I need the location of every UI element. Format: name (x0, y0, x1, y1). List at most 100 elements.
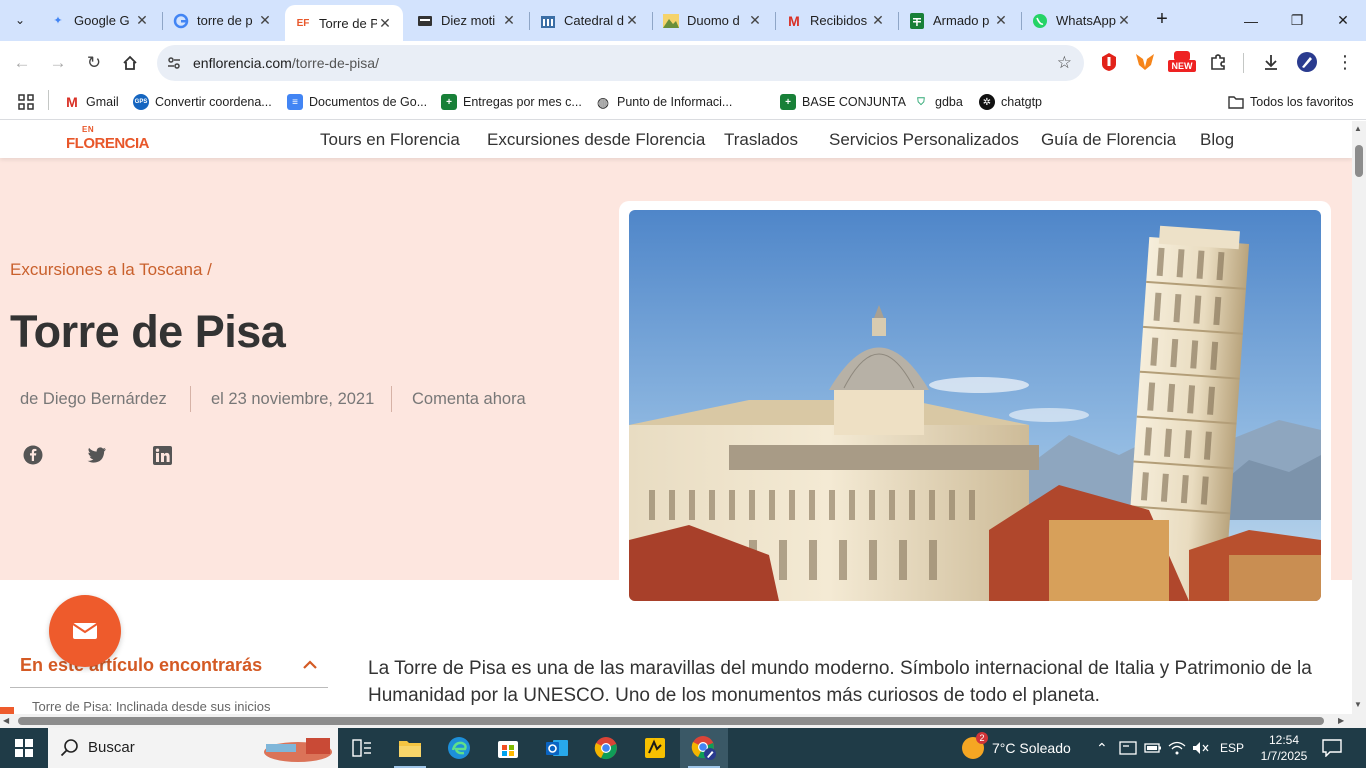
tab-duomo[interactable]: Duomo d ✕ (653, 4, 773, 37)
chrome-profile-icon (691, 736, 716, 760)
nav-excursiones[interactable]: Excursiones desde Florencia (487, 130, 705, 150)
breadcrumb[interactable]: Excursiones a la Toscana / (10, 260, 212, 280)
twitter-icon[interactable] (86, 444, 108, 466)
vertical-scrollbar[interactable]: ▲ ▼ (1352, 121, 1366, 714)
nav-guia[interactable]: Guía de Florencia (1041, 130, 1176, 150)
close-icon[interactable]: ✕ (134, 12, 150, 29)
taskbar-search[interactable]: Buscar (48, 728, 338, 768)
close-icon[interactable]: ✕ (501, 12, 517, 29)
taskbar-sticky-app[interactable] (631, 728, 679, 768)
close-icon[interactable]: ✕ (377, 15, 393, 32)
toolbar-divider (1243, 53, 1244, 73)
tab-gmail-recibidos[interactable]: M Recibidos ✕ (776, 4, 896, 37)
scroll-right-arrow-icon[interactable]: ▶ (1338, 716, 1344, 725)
close-icon[interactable]: ✕ (993, 12, 1009, 29)
taskbar-chrome[interactable] (582, 728, 630, 768)
horizontal-scrollbar[interactable]: ◀ ▶ (0, 714, 1366, 728)
bookmark-convertir-coordenadas[interactable]: GPS Convertir coordena... (133, 92, 272, 112)
contact-email-button[interactable] (49, 595, 121, 667)
download-icon[interactable] (1260, 51, 1282, 73)
scroll-left-arrow-icon[interactable]: ◀ (3, 716, 9, 725)
bookmark-chatgtp[interactable]: ✲ chatgtp (979, 92, 1042, 112)
close-icon[interactable]: ✕ (257, 12, 273, 29)
extension-red-icon[interactable] (1098, 51, 1120, 73)
close-icon[interactable]: ✕ (870, 12, 886, 29)
page-title: Torre de Pisa (10, 306, 286, 357)
metamask-icon[interactable] (1134, 51, 1156, 73)
close-window-button[interactable]: ✕ (1320, 0, 1366, 41)
profile-avatar[interactable] (1296, 51, 1318, 73)
new-tab-button[interactable]: + (1150, 8, 1174, 32)
taskbar-edge[interactable] (435, 728, 483, 768)
apps-grid-button[interactable] (18, 92, 34, 112)
sheets-icon: + (780, 94, 796, 110)
weather-widget[interactable]: 2 7°C Soleado (962, 728, 1071, 768)
back-button[interactable]: ← (8, 49, 36, 77)
notifications-button[interactable] (1322, 728, 1342, 768)
restore-button[interactable]: ❐ (1274, 0, 1320, 41)
tab-google-gemini[interactable]: ✦ Google G ✕ (40, 4, 160, 37)
horizontal-scroll-thumb[interactable] (18, 717, 1324, 725)
bookmark-gdba[interactable]: ⛉ gdba (913, 92, 963, 112)
tab-google-search[interactable]: torre de p ✕ (163, 4, 283, 37)
wifi-icon[interactable] (1168, 728, 1186, 768)
web-page-viewport: EN FLORENCIA Tours en Florencia Excursio… (0, 121, 1352, 714)
reload-button[interactable]: ↻ (80, 49, 108, 77)
clock[interactable]: 12:54 1/7/2025 (1258, 728, 1310, 768)
new-badge: NEW (1168, 60, 1196, 72)
extension-new-icon[interactable]: NEW (1168, 51, 1196, 73)
task-view-button[interactable] (338, 728, 386, 768)
bookmark-entregas[interactable]: + Entregas por mes c... (441, 92, 582, 112)
close-icon[interactable]: ✕ (624, 12, 640, 29)
comment-link[interactable]: Comenta ahora (412, 390, 526, 409)
battery-icon[interactable] (1144, 728, 1162, 768)
tray-window-icon[interactable] (1119, 728, 1137, 768)
bookmark-base-conjunta[interactable]: + BASE CONJUNTA (780, 92, 906, 112)
address-bar[interactable]: enflorencia.com/torre-de-pisa/ ☆ (157, 45, 1084, 81)
tab-diez-motivos[interactable]: Diez moti ✕ (407, 4, 527, 37)
forward-button[interactable]: → (44, 49, 72, 77)
language-indicator[interactable]: ESP (1220, 728, 1244, 768)
site-logo[interactable]: EN FLORENCIA (64, 125, 150, 155)
facebook-icon[interactable] (22, 444, 44, 466)
vertical-scroll-thumb[interactable] (1355, 145, 1363, 177)
tab-search-button[interactable]: ⌄ (6, 6, 34, 34)
nav-traslados[interactable]: Traslados (724, 130, 798, 150)
bookmark-gmail[interactable]: M Gmail (64, 92, 119, 112)
all-bookmarks-folder[interactable]: Todos los favoritos (1228, 92, 1354, 112)
linkedin-icon[interactable] (151, 444, 173, 466)
scroll-down-arrow-icon[interactable]: ▼ (1354, 700, 1362, 709)
nav-servicios[interactable]: Servicios Personalizados (829, 130, 1019, 150)
close-icon[interactable]: ✕ (747, 12, 763, 29)
taskbar-chrome-active[interactable] (680, 728, 728, 768)
home-button[interactable] (116, 49, 144, 77)
menu-kebab-icon[interactable]: ⋮ (1334, 51, 1356, 73)
bookmark-star-icon[interactable]: ☆ (1057, 53, 1072, 73)
taskbar-store[interactable] (484, 728, 532, 768)
tab-torre-de-pisa[interactable]: EF Torre de P ✕ (285, 5, 403, 41)
scroll-up-arrow-icon[interactable]: ▲ (1354, 124, 1362, 133)
tab-catedral[interactable]: Catedral d ✕ (530, 4, 650, 37)
folder-icon (1228, 94, 1244, 110)
taskbar-outlook[interactable] (533, 728, 581, 768)
site-info-icon[interactable] (165, 54, 183, 72)
tab-armado-sheets[interactable]: Armado p ✕ (899, 4, 1019, 37)
bookmark-documentos[interactable]: ≡ Documentos de Go... (287, 92, 427, 112)
nav-tours[interactable]: Tours en Florencia (320, 130, 460, 150)
taskbar-file-explorer[interactable] (386, 728, 434, 768)
bookmark-punto-informacion[interactable]: ◍ Punto de Informaci... (595, 92, 732, 112)
toc-heading[interactable]: En este artículo encontrarás (20, 655, 262, 676)
tray-chevron-up-icon[interactable]: ⌃ (1096, 728, 1108, 768)
start-button[interactable] (0, 728, 48, 768)
toc-item[interactable]: Torre de Pisa: Inclinada desde sus inici… (32, 699, 270, 714)
minimize-button[interactable]: — (1228, 0, 1274, 41)
apps-grid-icon (18, 94, 34, 110)
chevron-up-icon[interactable] (302, 657, 320, 675)
nav-blog[interactable]: Blog (1200, 130, 1234, 150)
close-icon[interactable]: ✕ (1116, 12, 1132, 29)
volume-muted-icon[interactable] (1192, 728, 1210, 768)
extensions-puzzle-icon[interactable] (1207, 51, 1229, 73)
post-author[interactable]: de Diego Bernárdez (20, 390, 167, 409)
tab-whatsapp[interactable]: WhatsApp ✕ (1022, 4, 1142, 37)
plus-icon: + (1156, 8, 1168, 30)
